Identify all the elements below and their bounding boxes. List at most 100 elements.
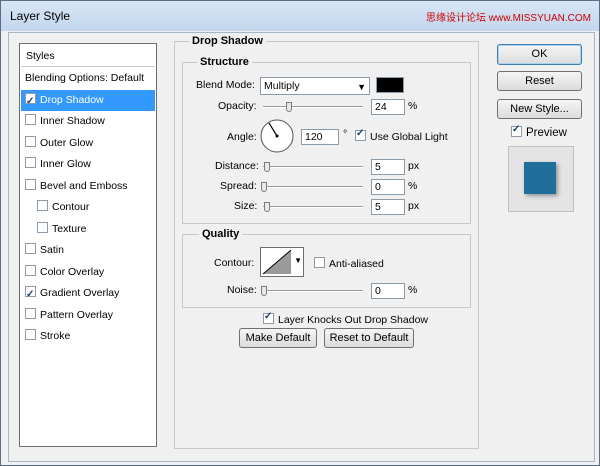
- angle-label: Angle:: [227, 131, 257, 143]
- style-item-checkbox[interactable]: [37, 200, 48, 211]
- distance-slider-thumb[interactable]: [264, 162, 270, 172]
- style-item-blending-options-default[interactable]: Blending Options: Default: [21, 68, 155, 89]
- blend-mode-value: Multiply: [264, 80, 300, 92]
- opacity-input[interactable]: 24: [371, 99, 405, 115]
- style-item-checkbox[interactable]: [37, 221, 48, 233]
- style-item-label: Outer Glow: [40, 136, 94, 149]
- knockout-label: Layer Knocks Out Drop Shadow: [278, 314, 428, 326]
- opacity-slider-thumb[interactable]: [286, 102, 292, 112]
- style-item-pattern-overlay[interactable]: Pattern Overlay: [21, 305, 155, 326]
- style-item-inner-glow[interactable]: Inner Glow: [21, 154, 155, 175]
- angle-unit: °: [343, 128, 348, 140]
- angle-dial-icon[interactable]: [259, 118, 295, 154]
- contour-preview-icon: [262, 249, 292, 275]
- size-label: Size:: [234, 200, 258, 212]
- anti-aliased-label: Anti-aliased: [329, 258, 384, 270]
- style-item-checkbox[interactable]: [25, 178, 36, 190]
- ok-button[interactable]: OK: [497, 44, 582, 65]
- use-global-light-checkbox[interactable]: [355, 128, 366, 141]
- style-item-checkbox[interactable]: [25, 329, 36, 340]
- spread-slider[interactable]: [263, 186, 363, 188]
- size-unit: px: [408, 200, 420, 212]
- style-item-satin[interactable]: Satin: [21, 240, 155, 261]
- distance-unit: px: [408, 160, 420, 172]
- style-item-texture[interactable]: Texture: [21, 219, 155, 240]
- use-global-light-label: Use Global Light: [370, 131, 448, 143]
- blend-mode-label: Blend Mode:: [196, 79, 255, 91]
- style-item-checkbox[interactable]: [25, 114, 36, 125]
- style-item-outer-glow[interactable]: Outer Glow: [21, 133, 155, 154]
- style-item-label: Inner Shadow: [40, 115, 105, 127]
- style-item-gradient-overlay[interactable]: Gradient Overlay: [21, 283, 155, 305]
- quality-group: [182, 234, 471, 308]
- distance-slider[interactable]: [263, 166, 363, 168]
- styles-header[interactable]: Styles: [21, 45, 155, 67]
- styles-list: Styles Blending Options: Default Drop Sha…: [19, 43, 157, 447]
- size-slider-thumb[interactable]: [264, 202, 270, 212]
- opacity-label: Opacity:: [218, 100, 257, 112]
- quality-title: Quality: [199, 228, 243, 240]
- style-item-checkbox[interactable]: [25, 307, 36, 319]
- reset-to-default-button[interactable]: Reset to Default: [324, 328, 414, 348]
- contour-picker[interactable]: ▼: [260, 247, 304, 277]
- style-item-checkbox[interactable]: [25, 284, 36, 305]
- style-item-label: Drop Shadow: [40, 93, 104, 106]
- style-item-inner-shadow[interactable]: Inner Shadow: [21, 111, 155, 132]
- anti-aliased-checkbox[interactable]: [314, 257, 325, 268]
- style-item-label: Pattern Overlay: [40, 308, 113, 321]
- new-style-button[interactable]: New Style...: [497, 99, 582, 119]
- make-default-button[interactable]: Make Default: [239, 328, 317, 348]
- style-item-label: Stroke: [40, 330, 71, 342]
- structure-title: Structure: [197, 56, 252, 68]
- knockout-option[interactable]: Layer Knocks Out Drop Shadow: [263, 311, 428, 326]
- dialog-body: Styles Blending Options: Default Drop Sha…: [8, 32, 595, 462]
- distance-label: Distance:: [215, 160, 259, 172]
- style-item-label: Bevel and Emboss: [40, 179, 128, 192]
- noise-input[interactable]: 0: [371, 283, 405, 299]
- spread-slider-thumb[interactable]: [261, 182, 267, 192]
- drop-shadow-title: Drop Shadow: [189, 35, 266, 47]
- shadow-color-swatch[interactable]: [376, 77, 404, 93]
- style-item-checkbox[interactable]: [25, 91, 36, 112]
- style-item-label: Blending Options: Default: [25, 72, 145, 84]
- spread-input[interactable]: 0: [371, 179, 405, 195]
- style-item-checkbox[interactable]: [25, 243, 36, 254]
- style-item-label: Texture: [52, 222, 87, 235]
- style-item-contour[interactable]: Contour: [21, 197, 155, 218]
- preview-box: [508, 146, 574, 212]
- noise-slider-thumb[interactable]: [261, 286, 267, 296]
- style-item-checkbox[interactable]: [25, 135, 36, 147]
- size-input[interactable]: 5: [371, 199, 405, 215]
- title-bar[interactable]: Layer Style 思缘设计论坛 www.MISSYUAN.COM: [1, 1, 599, 31]
- chevron-down-icon: ▼: [357, 82, 366, 92]
- style-item-label: Satin: [40, 244, 64, 256]
- knockout-checkbox[interactable]: [263, 311, 274, 324]
- distance-input[interactable]: 5: [371, 159, 405, 175]
- use-global-light-option[interactable]: Use Global Light: [355, 128, 448, 143]
- opacity-slider[interactable]: [263, 106, 363, 108]
- watermark: 思缘设计论坛 www.MISSYUAN.COM: [425, 13, 591, 24]
- style-item-drop-shadow[interactable]: Drop Shadow: [21, 89, 155, 112]
- style-item-label: Inner Glow: [40, 158, 91, 170]
- style-item-bevel-and-emboss[interactable]: Bevel and Emboss: [21, 176, 155, 197]
- reset-button[interactable]: Reset: [497, 71, 582, 91]
- style-item-label: Contour: [52, 201, 90, 213]
- style-item-checkbox[interactable]: [25, 157, 36, 168]
- style-item-checkbox[interactable]: [25, 264, 36, 276]
- anti-aliased-option[interactable]: Anti-aliased: [314, 257, 384, 270]
- blend-mode-select[interactable]: Multiply ▼: [260, 77, 370, 95]
- preview-checkbox[interactable]: [511, 124, 522, 137]
- noise-slider[interactable]: [263, 290, 363, 292]
- size-slider[interactable]: [263, 206, 363, 208]
- contour-label: Contour:: [214, 257, 255, 269]
- contour-dropdown-arrow-icon[interactable]: ▼: [294, 256, 302, 265]
- noise-unit: %: [408, 284, 418, 296]
- style-item-stroke[interactable]: Stroke: [21, 326, 155, 347]
- preview-label: Preview: [526, 127, 567, 139]
- preview-option[interactable]: Preview: [511, 124, 567, 139]
- spread-label: Spread:: [220, 180, 257, 192]
- preview-swatch: [524, 162, 556, 194]
- spread-unit: %: [408, 180, 418, 192]
- angle-input[interactable]: 120: [301, 129, 339, 145]
- style-item-color-overlay[interactable]: Color Overlay: [21, 262, 155, 283]
